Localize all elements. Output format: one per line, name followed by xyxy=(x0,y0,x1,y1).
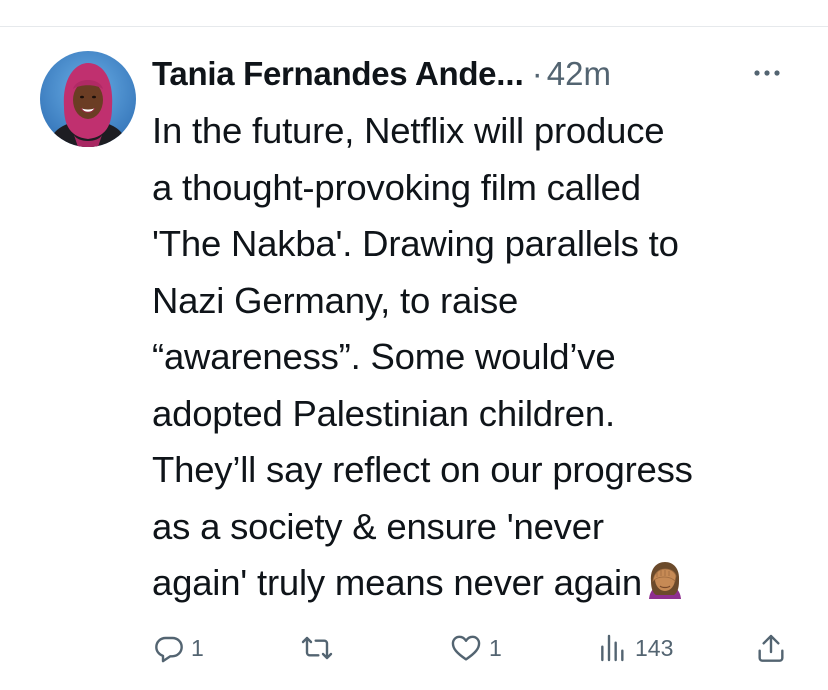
author-name[interactable]: Tania Fernandes Ande xyxy=(152,55,497,93)
tweet-text-line: a thought-provoking film called xyxy=(152,166,641,208)
face-palm-emoji xyxy=(644,559,686,601)
tweet-text-line: 'The Nakba'. Drawing parallels to xyxy=(152,223,679,264)
tweet-header: Tania Fernandes Ande... · 42m xyxy=(152,52,792,96)
tweet-actions-bar: 1 1 143 xyxy=(0,626,828,670)
reply-icon xyxy=(155,636,183,663)
header-separator: · xyxy=(531,55,543,92)
tweet-text-line: adopted Palestinian children. xyxy=(152,392,615,434)
tweet-text-line: as a society & ensure 'never xyxy=(152,505,604,547)
views-button[interactable]: 143 xyxy=(597,626,673,670)
tweet-text-line: They’ll say reflect on our progress xyxy=(152,449,693,490)
retweet-button[interactable] xyxy=(300,626,340,670)
like-button[interactable]: 1 xyxy=(449,626,502,670)
tweet-text-line: In the future, Netflix will produce xyxy=(152,110,665,151)
tweet-text-line-content: again' truly means never again xyxy=(152,562,642,603)
tweet-text-line: “awareness”. Some would’ve xyxy=(152,336,616,377)
top-divider xyxy=(0,26,828,27)
more-options-button[interactable] xyxy=(749,58,789,88)
reply-button[interactable]: 1 xyxy=(153,626,204,670)
more-options-icon xyxy=(754,70,780,76)
retweet-icon xyxy=(301,636,333,660)
tweet-text-line: Nazi Germany, to raise xyxy=(152,279,519,321)
views-icon xyxy=(601,634,624,662)
views-count: 143 xyxy=(635,634,674,661)
avatar-image xyxy=(40,51,136,147)
heart-icon xyxy=(451,635,481,661)
author-avatar[interactable] xyxy=(40,51,136,147)
share-button[interactable] xyxy=(755,626,787,670)
share-icon xyxy=(758,634,784,662)
timestamp[interactable]: 42m xyxy=(547,55,611,93)
tweet-text: In the future, Netflix will produce a th… xyxy=(152,103,802,612)
tweet-text-line-last: again' truly means never again xyxy=(152,555,802,612)
like-count: 1 xyxy=(489,634,502,661)
reply-count: 1 xyxy=(191,634,204,661)
name-truncation: ... xyxy=(496,55,524,92)
